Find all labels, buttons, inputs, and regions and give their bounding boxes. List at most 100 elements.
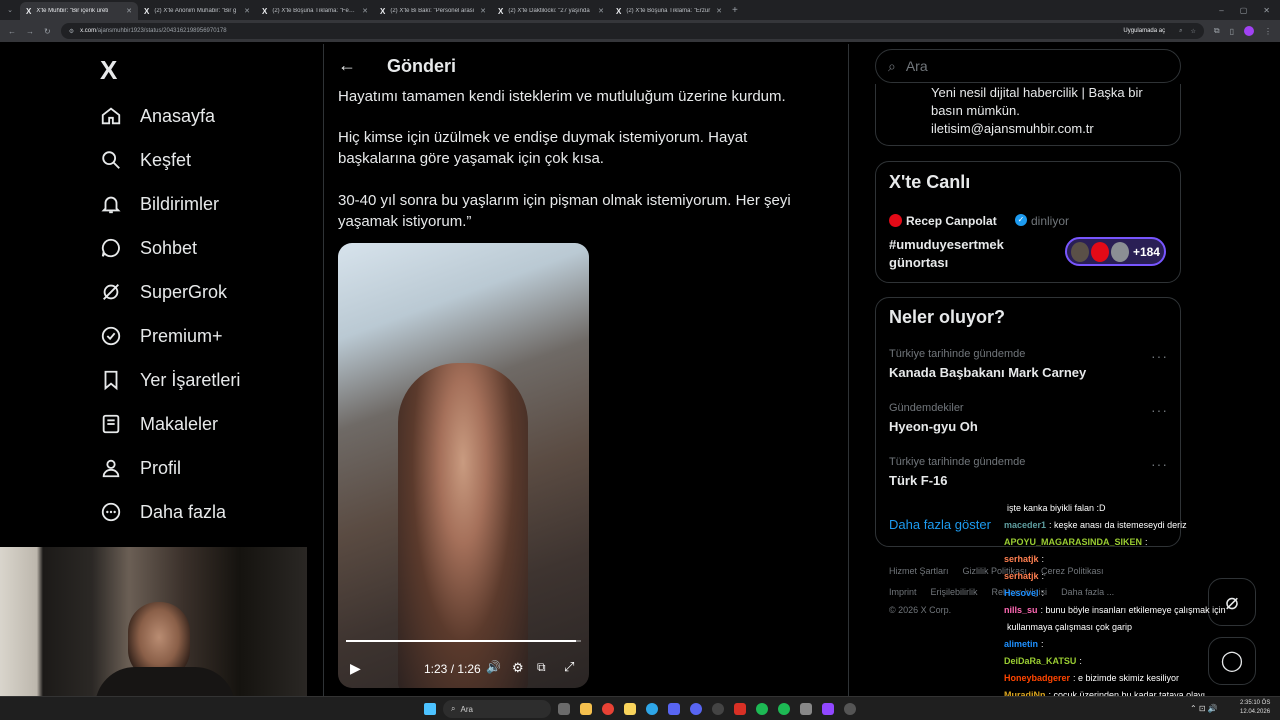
footer-link[interactable]: Erişilebilirlik [931,587,978,597]
video-progress-track[interactable] [346,640,581,642]
browser-tab[interactable]: X X'te Muhbir: "Bir içerik üreti ✕ [20,2,138,20]
windows-start-icon[interactable] [424,703,436,715]
trend-item[interactable]: Türkiye tarihinde gündemde Kanada Başbaka… [889,348,1169,380]
nav-item[interactable]: Anasayfa [100,100,215,132]
tab-menu-icon[interactable]: ⌄ [0,6,20,14]
nav-item[interactable]: Premium+ [100,320,223,352]
play-icon[interactable]: ▶ [350,660,361,677]
app-icon[interactable] [668,703,680,715]
taskbar-search-box[interactable]: ⌕ Ara [443,700,551,718]
search-box[interactable]: ⌕ Ara [875,49,1181,83]
footer-link[interactable]: Hizmet Şartları [889,566,949,576]
nav-label: Anasayfa [140,105,216,126]
new-tab-button[interactable]: + [732,5,738,16]
trend-more-icon[interactable]: ··· [1151,348,1168,364]
taskbar-date[interactable]: 12.04.2026 [1240,709,1270,715]
nav-item[interactable]: Daha fazla [100,496,226,528]
listener-avatar [1110,241,1129,262]
live-listeners-pill[interactable]: +184 [1065,237,1166,266]
browser-tab[interactable]: X (2) X'te Bi Bakî: "Personel arası ✕ [374,2,492,20]
pip-icon[interactable]: ⧉ [537,660,546,675]
maximize-icon[interactable]: ▢ [1240,6,1248,15]
settings-icon[interactable]: ⚙ [512,660,524,676]
minimize-icon[interactable]: – [1219,6,1223,15]
system-tray[interactable]: ⌃ ⊡ 🔊 [1190,704,1218,713]
chat-text: : e bizimde skimiz kesiliyor [1073,673,1180,683]
back-arrow-icon[interactable]: ← [338,55,356,76]
chrome-icon[interactable] [602,703,614,715]
profile-avatar[interactable] [1244,26,1254,36]
nav-item[interactable]: Yer İşaretleri [100,364,240,396]
trend-item[interactable]: Türkiye tarihinde gündemde Türk F-16 ··· [889,456,1169,488]
reload-icon[interactable]: ↻ [44,27,51,36]
nav-label: Sohbet [140,237,198,258]
tab-close-icon[interactable]: ✕ [480,7,486,15]
browser-tab[interactable]: X (2) X'te Boşuna Tıklama: "Erzur ✕ [610,2,728,20]
live-topic[interactable]: #umuduyesertmek günortası [889,236,1049,272]
forward-icon[interactable]: → [26,27,34,36]
back-icon[interactable]: ← [8,27,16,36]
window-close-icon[interactable]: ✕ [1263,6,1270,15]
nav-item[interactable]: Makaleler [100,408,218,440]
nav-label: Yer İşaretleri [140,369,241,390]
app-icon[interactable] [800,703,812,715]
discord-icon[interactable] [690,703,702,715]
star-icon[interactable]: ☆ [1190,28,1195,35]
task-view-icon[interactable] [558,703,570,715]
verified-badge-icon: ✓ [1015,214,1027,226]
nav-item[interactable]: Sohbet [100,232,197,264]
footer-link[interactable]: Imprint [889,587,917,597]
x-logo[interactable]: X [100,55,117,86]
open-in-app-button[interactable]: Uygulamada aç [1117,26,1172,36]
x-favicon-icon: X [616,6,622,16]
tab-close-icon[interactable]: ✕ [716,7,722,15]
tab-close-icon[interactable]: ✕ [244,7,250,15]
trend-more-icon[interactable]: ··· [1151,402,1168,418]
trend-context: Türkiye tarihinde gündemde [889,456,1026,468]
profile-bio-line: Yeni nesil dijital habercilik | Başka bi… [931,85,1143,100]
chat-text: : [1041,571,1045,581]
tab-close-icon[interactable]: ✕ [598,7,604,15]
browser-tab[interactable]: X (2) X'te Daktilocki: "27 yaşında ✕ [492,2,610,20]
fullscreen-icon[interactable]: ⤢ [564,659,574,675]
volume-icon[interactable]: 🔊 [486,660,501,674]
zoom-icon[interactable]: ⌕ [1179,28,1182,35]
spotify-icon[interactable] [778,703,790,715]
nav-label: Makaleler [140,413,219,434]
app-icon[interactable] [844,703,856,715]
post-paragraph: Hayatımı tamamen kendi isteklerim ve mut… [338,88,786,105]
show-more-link[interactable]: Daha fazla göster [889,517,991,532]
nav-item[interactable]: Keşfet [100,144,191,176]
open-in-app-label: Uygulamada aç [1123,28,1166,34]
chat-text: kullanmaya çalışması çok garip [1007,622,1133,632]
browser-tab[interactable]: X (2) X'te Boşuna Tıklama: "Fenor ✕ [256,2,374,20]
trend-more-icon[interactable]: ··· [1151,456,1168,472]
taskbar-time[interactable]: 2:35:10 ÖS [1240,700,1270,706]
webcam-overlay [0,547,307,720]
app-icon[interactable] [734,703,746,715]
site-info-icon[interactable]: ⚙ [69,28,74,35]
tab-close-icon[interactable]: ✕ [362,7,368,15]
obs-icon[interactable] [712,703,724,715]
app-icon[interactable] [822,703,834,715]
browser-menu-icon[interactable]: ⋮ [1264,27,1272,36]
edge-icon[interactable] [646,703,658,715]
browser-tab[interactable]: X (2) X'te Anonim Muhabir: "Bir g ✕ [138,2,256,20]
extensions-icon[interactable]: ⧉ [1214,26,1220,36]
file-explorer-icon[interactable] [580,703,592,715]
app-icon[interactable] [756,703,768,715]
folder-icon[interactable] [624,703,636,715]
chat-message: APOYU_MAGARASINDA_SIKEN: [1004,534,1280,551]
nav-item[interactable]: Profil [100,452,181,484]
chat-text: : [1041,554,1045,564]
sidebar-icon[interactable]: ▯ [1230,27,1234,36]
live-host-name[interactable]: Recep Canpolat [906,214,997,228]
tab-title: (2) X'te Daktilocki: "27 yaşında [508,8,590,14]
trend-item[interactable]: Gündemdekiler Hyeon-gyu Oh ··· [889,402,1169,434]
nav-item[interactable]: SuperGrok [100,276,227,308]
article-icon [100,413,122,435]
nav-item[interactable]: Bildirimler [100,188,219,220]
tab-close-icon[interactable]: ✕ [126,7,132,15]
video-player[interactable]: ▶ 1:23 / 1:26 🔊 ⚙ ⧉ ⤢ [338,243,589,688]
address-bar[interactable]: ⚙ x.com /ajansmuhbir1923/status/20431621… [60,23,1204,39]
